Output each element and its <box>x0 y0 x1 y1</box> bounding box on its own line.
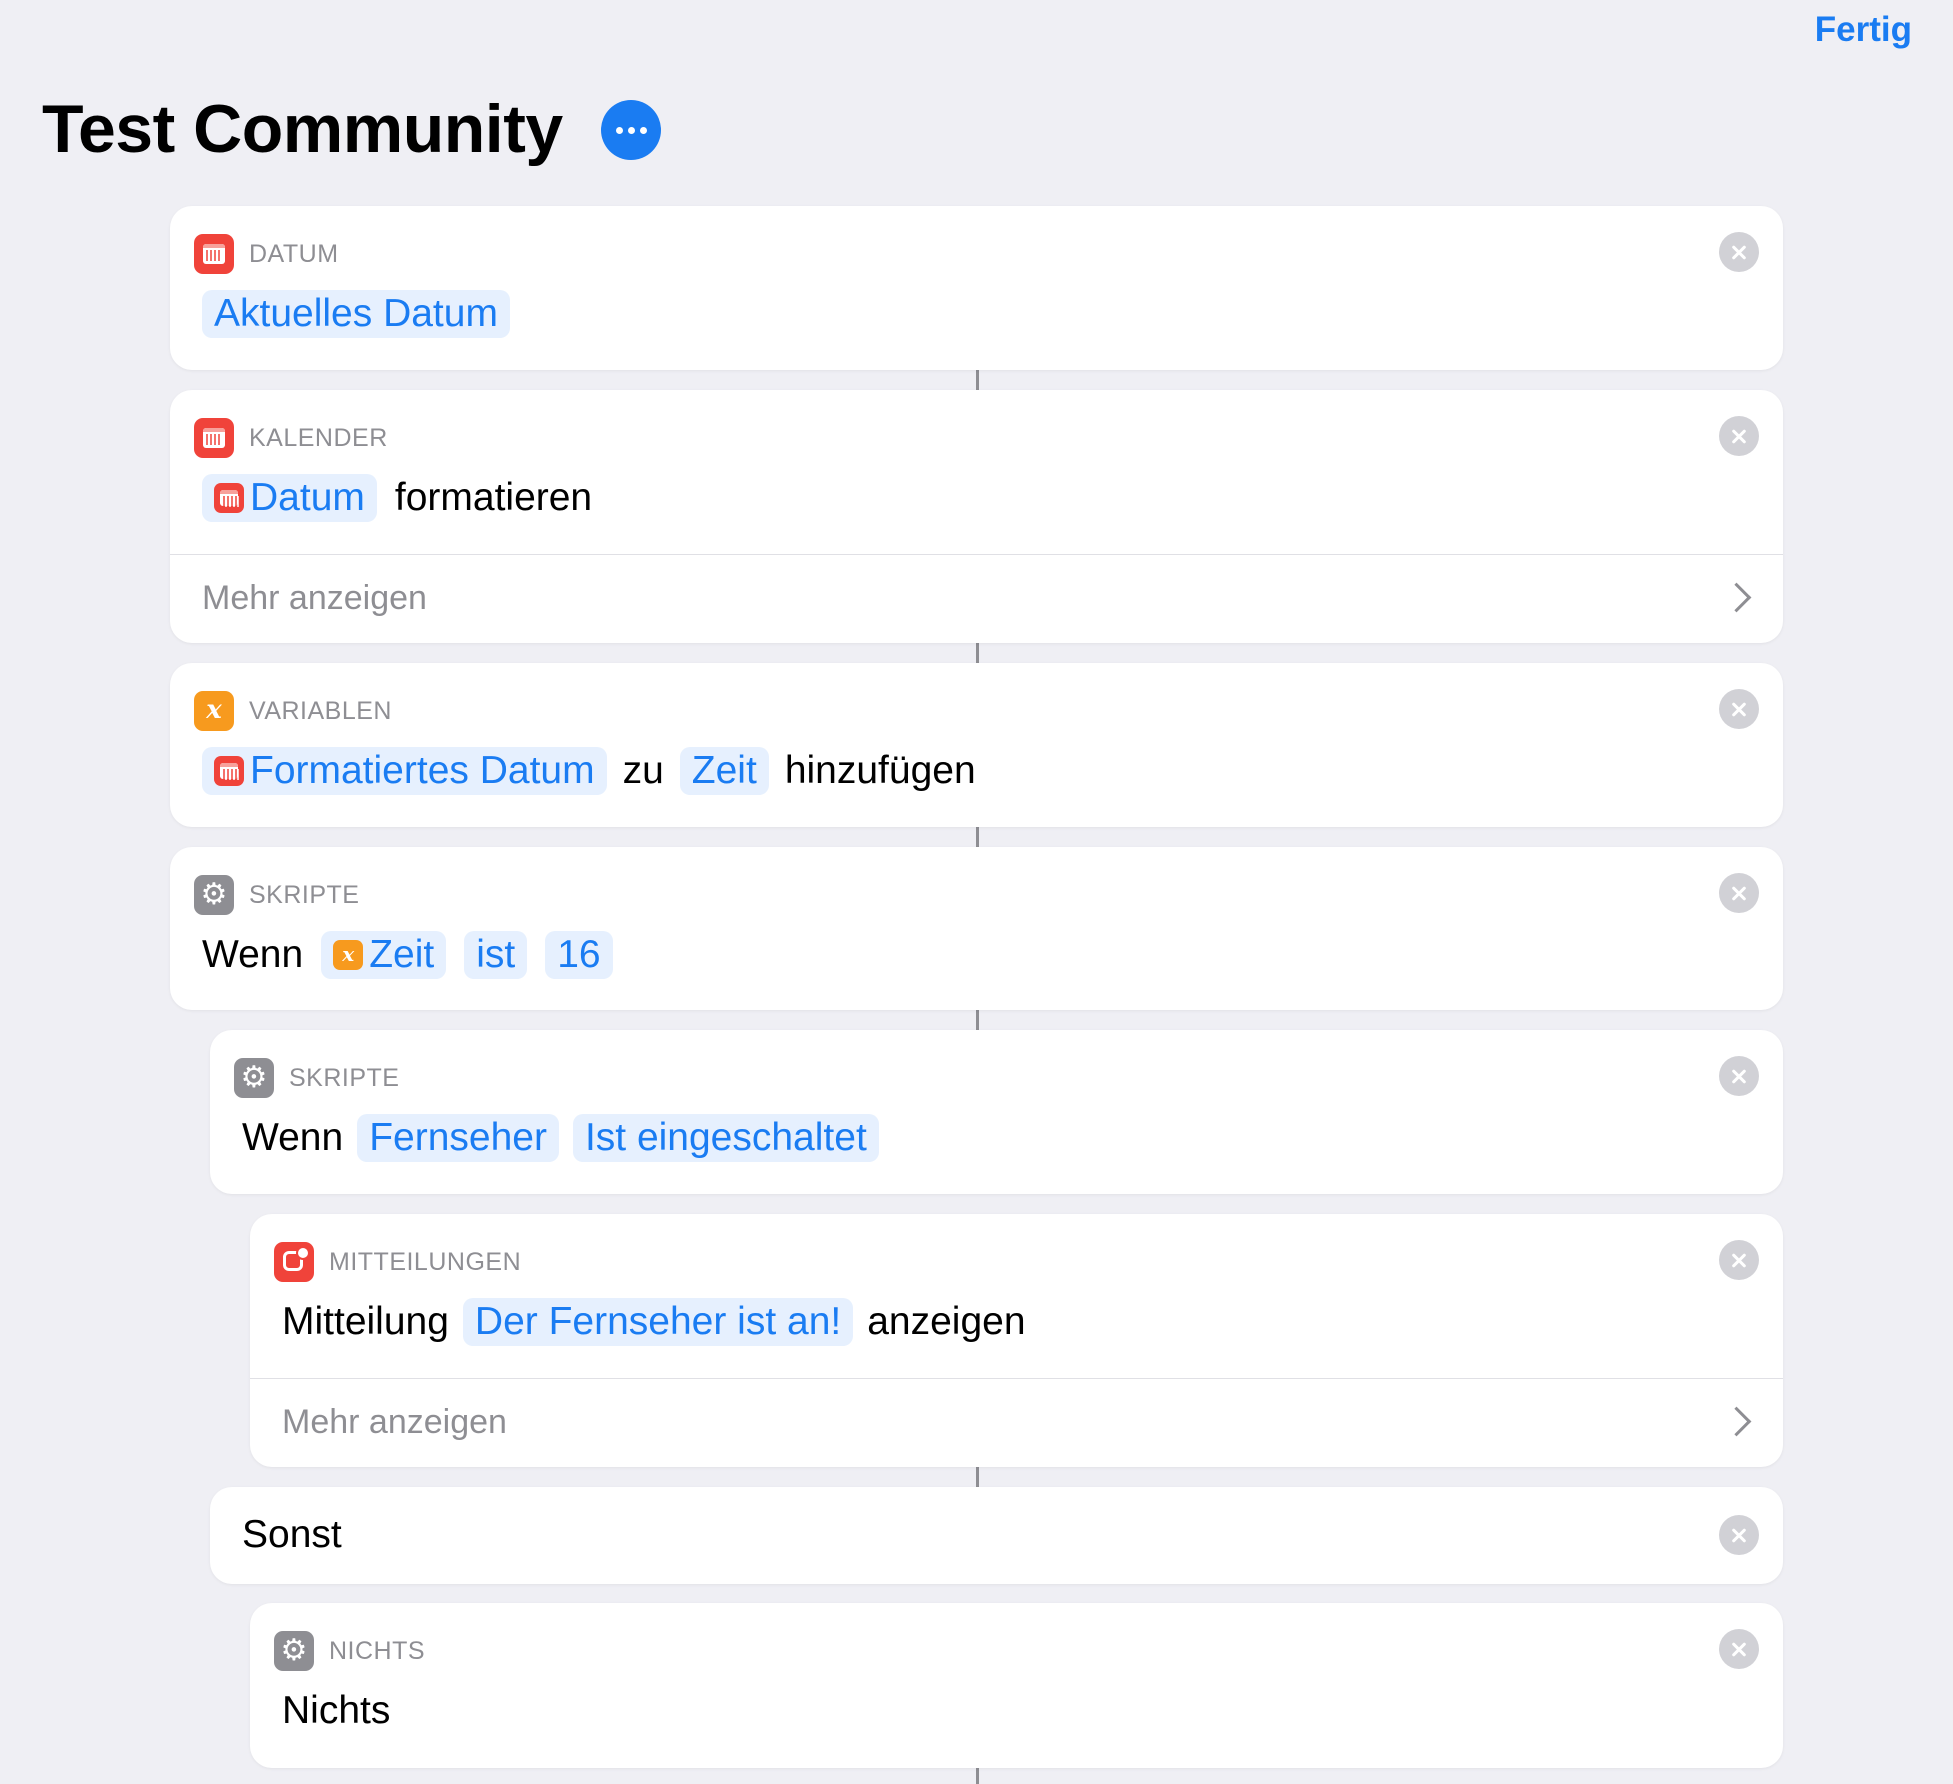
token-label: Formatiertes Datum <box>250 749 595 792</box>
flow-connector <box>976 1010 979 1030</box>
category-label: MITTEILUNGEN <box>329 1247 522 1276</box>
more-options-button[interactable] <box>601 100 661 160</box>
calendar-icon <box>214 756 244 786</box>
time-variable-token[interactable]: x Zeit <box>321 931 447 979</box>
condition-parameter[interactable]: Ist eingeschaltet <box>572 1114 879 1162</box>
calendar-icon <box>214 483 244 513</box>
gear-icon: ⚙ <box>274 1631 314 1671</box>
action-card-date[interactable]: DATUM Aktuelles Datum <box>170 206 1783 370</box>
current-date-parameter[interactable]: Aktuelles Datum <box>202 290 510 338</box>
shortcut-title: Test Community <box>42 91 563 167</box>
flow-connector <box>976 827 979 847</box>
action-card-if-time[interactable]: ⚙ SKRIPTE Wenn x Zeit ist 16 <box>170 847 1783 1010</box>
action-card-otherwise[interactable]: Sonst <box>210 1487 1783 1584</box>
show-more-label: Mehr anzeigen <box>282 1403 507 1441</box>
category-label: KALENDER <box>249 423 388 452</box>
show-more-label: Mehr anzeigen <box>202 579 427 617</box>
token-label: Zeit <box>369 933 435 976</box>
action-card-nothing[interactable]: ⚙ NICHTS Nichts <box>250 1603 1783 1768</box>
action-text: Wenn <box>242 1116 344 1159</box>
action-text: zu <box>622 749 664 792</box>
flow-connector <box>976 370 979 390</box>
show-more-row[interactable]: Mehr anzeigen <box>250 1378 1783 1467</box>
action-card-add-to-variable[interactable]: x VARIABLEN Formatiertes Datum zu Zeit h… <box>170 663 1783 827</box>
action-card-format-date[interactable]: KALENDER Datum formatieren Mehr anzeigen <box>170 390 1783 643</box>
variable-icon: x <box>333 940 364 970</box>
chevron-right-icon <box>1721 582 1752 613</box>
gear-icon: ⚙ <box>194 875 234 915</box>
action-text: Nichts <box>282 1689 391 1732</box>
category-label: DATUM <box>249 239 339 268</box>
flow-connector <box>976 643 979 663</box>
remove-action-button[interactable] <box>1719 416 1759 456</box>
remove-action-button[interactable] <box>1719 1629 1759 1669</box>
calendar-icon <box>194 418 234 458</box>
action-text: Wenn <box>202 933 304 976</box>
category-label: SKRIPTE <box>249 880 360 909</box>
action-card-if-tv[interactable]: ⚙ SKRIPTE Wenn Fernseher Ist eingeschalt… <box>210 1030 1783 1194</box>
flow-connector <box>976 1467 979 1487</box>
dot-icon <box>628 127 635 134</box>
remove-action-button[interactable] <box>1719 1240 1759 1280</box>
action-text: hinzufügen <box>784 749 976 792</box>
action-text: Mitteilung <box>282 1300 449 1343</box>
remove-action-button[interactable] <box>1719 1056 1759 1096</box>
remove-action-button[interactable] <box>1719 1515 1759 1555</box>
condition-parameter[interactable]: ist <box>464 931 528 979</box>
action-text: formatieren <box>394 476 593 519</box>
chevron-right-icon <box>1721 1406 1752 1437</box>
remove-action-button[interactable] <box>1719 689 1759 729</box>
category-label: NICHTS <box>329 1636 426 1665</box>
otherwise-label: Sonst <box>242 1513 342 1556</box>
input-parameter[interactable]: Fernseher <box>357 1114 559 1162</box>
notification-text-parameter[interactable]: Der Fernseher ist an! <box>462 1298 854 1346</box>
dot-icon <box>616 127 623 134</box>
variable-icon: x <box>194 691 234 731</box>
category-label: SKRIPTE <box>289 1063 400 1092</box>
variable-name-parameter[interactable]: Zeit <box>679 747 769 795</box>
action-text: anzeigen <box>867 1300 1026 1343</box>
formatted-date-variable-token[interactable]: Formatiertes Datum <box>202 747 607 795</box>
category-label: VARIABLEN <box>249 696 392 725</box>
value-parameter[interactable]: 16 <box>545 931 613 979</box>
notification-icon <box>274 1242 314 1282</box>
action-card-show-notification[interactable]: MITTEILUNGEN Mitteilung Der Fernseher is… <box>250 1214 1783 1467</box>
calendar-icon <box>194 234 234 274</box>
remove-action-button[interactable] <box>1719 232 1759 272</box>
done-button[interactable]: Fertig <box>1815 10 1912 50</box>
token-label: Datum <box>250 476 365 519</box>
gear-icon: ⚙ <box>234 1058 274 1098</box>
show-more-row[interactable]: Mehr anzeigen <box>170 554 1783 643</box>
dot-icon <box>640 127 647 134</box>
date-variable-token[interactable]: Datum <box>202 474 377 522</box>
flow-connector <box>976 1768 979 1784</box>
remove-action-button[interactable] <box>1719 873 1759 913</box>
